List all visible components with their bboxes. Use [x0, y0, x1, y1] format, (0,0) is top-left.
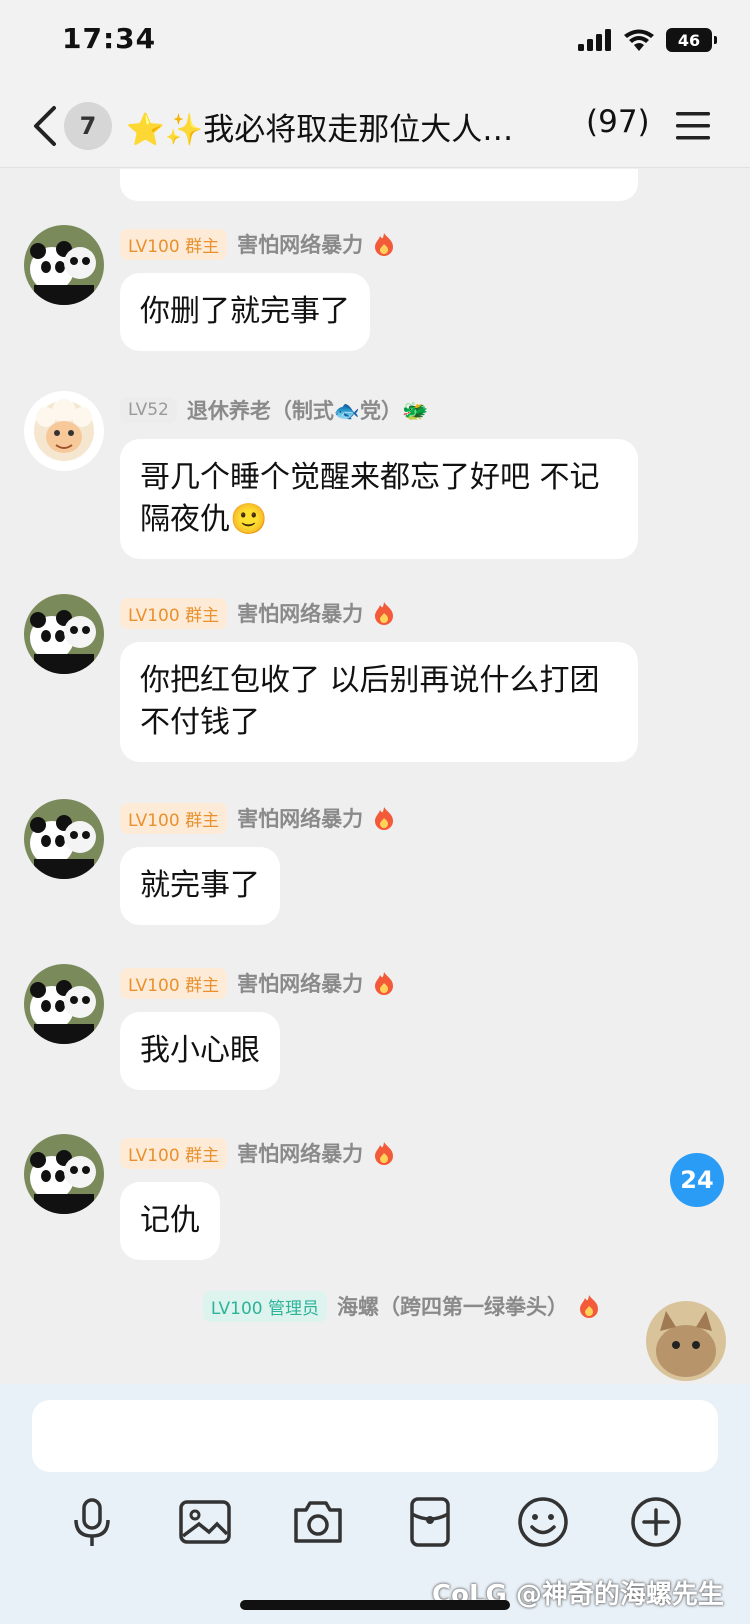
battery-icon: 46 [666, 28, 717, 52]
sender-name[interactable]: 害怕网络暴力 [237, 229, 363, 259]
sender-name[interactable]: 害怕网络暴力 [237, 598, 363, 628]
avatar-sheep[interactable] [24, 391, 104, 471]
avatar-panda[interactable] [24, 799, 104, 879]
message-bubble[interactable]: 我小心眼 [120, 1012, 280, 1090]
message-bubble[interactable]: 你把红包收了 以后别再说什么打团不付钱了 [120, 642, 638, 762]
level-badge: LV100 群主 [120, 802, 228, 834]
fire-icon [375, 972, 394, 995]
message-bubble-partial[interactable] [120, 169, 638, 201]
sender-name[interactable]: 海螺（跨四第一绿拳头） [337, 1291, 568, 1321]
member-count[interactable]: (97) [586, 104, 650, 140]
message-bubble[interactable]: 你删了就完事了 [120, 273, 370, 351]
signal-icon [578, 29, 611, 51]
new-messages-count-button[interactable]: 24 [670, 1153, 724, 1207]
avatar-panda[interactable] [24, 1134, 104, 1214]
unread-badge[interactable]: 7 [64, 102, 112, 150]
sender-name[interactable]: 退休养老（制式🐟党）🐲 [187, 395, 428, 425]
level-badge: LV100 群主 [120, 1137, 228, 1169]
sender-name[interactable]: 害怕网络暴力 [237, 968, 363, 998]
message-meta: LV52 退休养老（制式🐟党）🐲 [120, 395, 428, 425]
fire-icon [375, 602, 394, 625]
message-bubble[interactable]: 哥几个睡个觉醒来都忘了好吧 不记隔夜仇🙂 [120, 439, 638, 559]
chat-header: 7 ⭐✨我必将取走那位大人… (97) [0, 84, 750, 168]
message-bubble[interactable]: 就完事了 [120, 847, 280, 925]
camera-icon[interactable] [290, 1494, 346, 1550]
input-toolbar [0, 1494, 750, 1564]
message-meta: LV100 管理员 海螺（跨四第一绿拳头） [202, 1290, 600, 1322]
fire-icon [580, 1295, 598, 1318]
message-input[interactable] [32, 1400, 718, 1472]
microphone-icon[interactable] [64, 1494, 120, 1550]
avatar-cat[interactable] [646, 1301, 726, 1381]
message-meta: LV100 群主 害怕网络暴力 [120, 967, 395, 999]
fire-icon [375, 1142, 394, 1165]
input-area: CoLG @神奇的海螺先生 [0, 1384, 750, 1624]
image-icon[interactable] [177, 1494, 233, 1550]
message-meta: LV100 群主 害怕网络暴力 [120, 597, 395, 629]
level-badge: LV52 [120, 397, 177, 423]
message-meta: LV100 群主 害怕网络暴力 [120, 802, 395, 834]
back-icon[interactable] [26, 102, 66, 150]
emoji-icon[interactable] [515, 1494, 571, 1550]
fire-icon [375, 807, 394, 830]
sender-name[interactable]: 害怕网络暴力 [237, 1138, 363, 1168]
level-badge: LV100 群主 [120, 967, 228, 999]
status-bar: 17:34 46 [0, 0, 750, 84]
plus-icon[interactable] [628, 1494, 684, 1550]
message-bubble[interactable]: 记仇 [120, 1182, 220, 1260]
status-time: 17:34 [62, 22, 157, 55]
menu-icon[interactable] [674, 106, 714, 146]
wifi-icon [624, 29, 654, 51]
group-title[interactable]: ⭐✨我必将取走那位大人… [126, 104, 568, 149]
level-badge: LV100 群主 [120, 228, 228, 260]
avatar-panda[interactable] [24, 225, 104, 305]
red-packet-icon[interactable] [402, 1494, 458, 1550]
status-icons: 46 [578, 28, 717, 52]
chat-message-list[interactable]: LV100 群主 害怕网络暴力 你删了就完事了 LV52 退休养老（制式🐟党）🐲 [0, 169, 750, 1384]
level-badge: LV100 管理员 [202, 1290, 327, 1322]
level-badge: LV100 群主 [120, 597, 228, 629]
avatar-panda[interactable] [24, 964, 104, 1044]
home-indicator[interactable] [240, 1600, 510, 1610]
sender-name[interactable]: 害怕网络暴力 [237, 803, 363, 833]
message-meta: LV100 群主 害怕网络暴力 [120, 1137, 395, 1169]
fire-icon [375, 233, 394, 256]
message-meta: LV100 群主 害怕网络暴力 [120, 228, 395, 260]
avatar-panda[interactable] [24, 594, 104, 674]
